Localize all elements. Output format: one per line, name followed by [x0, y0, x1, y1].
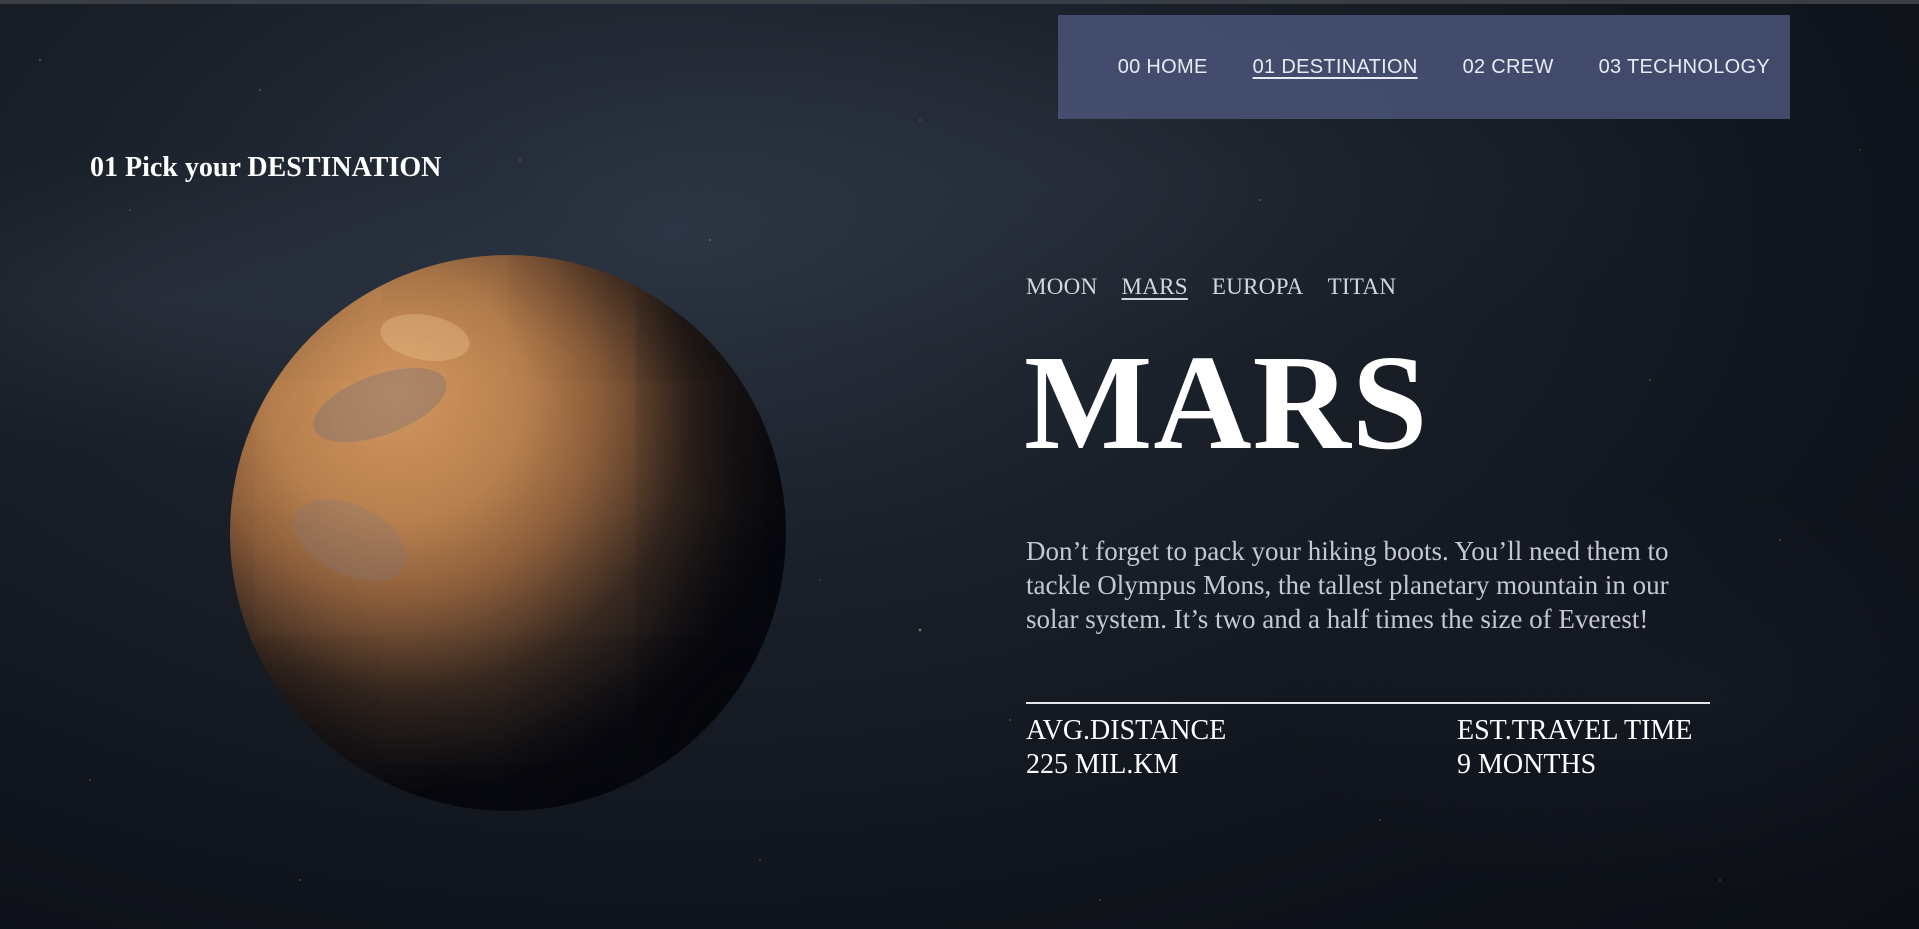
destination-description: Don’t forget to pack your hiking boots. …: [1026, 536, 1669, 634]
nav-home-link[interactable]: 00 HOME: [1118, 56, 1208, 79]
nav-destination-link[interactable]: 01 DESTINATION: [1253, 56, 1418, 79]
mars-planet-image: [230, 255, 786, 811]
avg-distance-value: 225 MIL.KM: [1026, 749, 1179, 780]
tab-moon[interactable]: MOON: [1026, 274, 1097, 300]
avg-distance-stat: AVG.DISTANCE 225 MIL.KM: [1026, 714, 1226, 782]
nav-crew-link[interactable]: 02 CREW: [1463, 56, 1554, 79]
nav-technology-link[interactable]: 03 TECHNOLOGY: [1599, 56, 1770, 79]
destination-title: MARS: [1024, 328, 1429, 478]
travel-time-value: 9 MONTHS: [1457, 749, 1597, 780]
divider: [1026, 702, 1710, 704]
main-navigation: 00 HOME 01 DESTINATION 02 CREW 03 TECHNO…: [1058, 15, 1790, 119]
travel-time-stat: EST.TRAVEL TIME 9 MONTHS: [1457, 714, 1692, 782]
tab-titan[interactable]: TITAN: [1328, 274, 1397, 300]
tab-europa[interactable]: EUROPA: [1212, 274, 1304, 300]
tab-mars[interactable]: MARS: [1121, 274, 1187, 300]
avg-distance-label: AVG.DISTANCE: [1026, 715, 1227, 746]
planet-surface-feature: [376, 307, 474, 368]
page-heading: 01 Pick your DESTINATION: [90, 152, 442, 183]
destination-tabs: MOON MARS EUROPA TITAN: [1026, 274, 1396, 300]
travel-time-label: EST.TRAVEL TIME: [1457, 715, 1693, 746]
planet-surface-feature: [303, 352, 457, 458]
planet-surface-feature: [280, 482, 420, 598]
